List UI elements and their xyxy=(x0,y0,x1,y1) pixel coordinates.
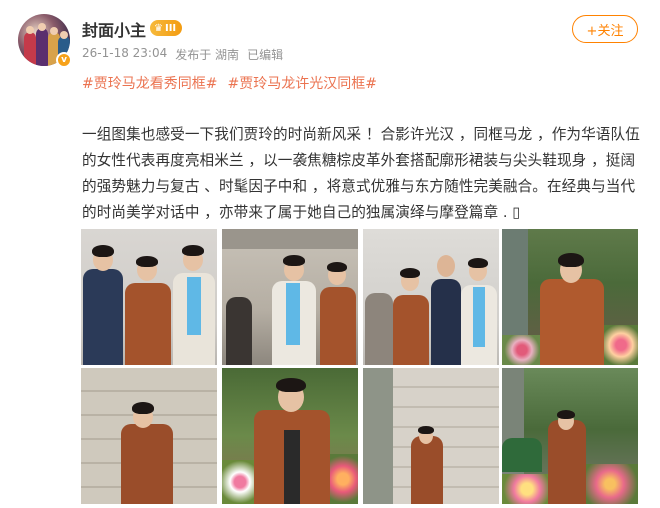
avatar-figure xyxy=(24,32,36,66)
vip-level-badge[interactable]: ♛ III xyxy=(150,20,183,36)
person-hair xyxy=(327,262,347,272)
photo-woman-stone-wall[interactable] xyxy=(81,368,217,504)
turtleneck xyxy=(473,287,485,347)
avatar-head xyxy=(60,31,68,39)
photo-two-people-indoor[interactable] xyxy=(222,229,358,365)
person-figure xyxy=(431,279,461,365)
flower-bunch xyxy=(502,335,542,365)
person-hair xyxy=(92,245,114,257)
person-hair xyxy=(557,410,575,419)
turtleneck xyxy=(187,277,201,335)
turtleneck xyxy=(286,283,300,345)
person-hair xyxy=(558,253,584,267)
avatar-head xyxy=(50,27,58,35)
post-timestamp[interactable]: 26-1-18 23:04 xyxy=(82,46,167,63)
group-photo-four-people[interactable] xyxy=(363,229,499,365)
background-person xyxy=(226,297,252,365)
post-meta: 26-1-18 23:04 发布于 湖南 已编辑 xyxy=(82,46,283,63)
green-car xyxy=(502,438,542,472)
avatar-figure xyxy=(36,28,48,66)
flower-bunch xyxy=(222,460,258,504)
follow-button[interactable]: +关注 xyxy=(572,15,638,43)
group-photo-three-people[interactable] xyxy=(81,229,217,365)
person-figure xyxy=(548,420,586,504)
flower-bunch xyxy=(604,325,638,365)
post-text: 一组图集也感受一下我们贾玲的时尚新风采 ！合影许光汉 ，同框马龙 ，作为华语队伍… xyxy=(82,126,640,221)
post-source: 发布于 湖南 xyxy=(175,48,240,62)
person-hair xyxy=(418,426,434,434)
person-figure xyxy=(320,287,356,365)
vip-level-label: III xyxy=(164,22,177,34)
person-hair xyxy=(283,255,305,266)
person-hair xyxy=(132,402,154,414)
photo-woman-street-flowers[interactable] xyxy=(502,368,638,504)
person-figure xyxy=(365,293,393,365)
person-figure xyxy=(83,269,123,365)
person-figure xyxy=(121,424,173,504)
topic-tags: #贾玲马龙看秀同框# #贾玲马龙许光汉同框# xyxy=(82,73,377,93)
person-figure xyxy=(411,436,443,504)
flower-bunch xyxy=(582,464,638,504)
edited-label[interactable]: 已编辑 xyxy=(247,46,283,63)
photo-woman-flowers[interactable] xyxy=(502,229,638,365)
topic-link[interactable]: #贾玲马龙看秀同框# xyxy=(82,73,217,93)
inner-top xyxy=(284,430,300,504)
flower-bunch xyxy=(502,474,552,504)
person-hair xyxy=(276,378,306,392)
topic-link[interactable]: #贾玲马龙许光汉同框# xyxy=(227,73,376,93)
photo-woman-smiling-flowers[interactable] xyxy=(222,368,358,504)
gate xyxy=(363,368,393,504)
person-hair xyxy=(182,245,204,256)
flower-bunch xyxy=(328,454,358,504)
weibo-post: v 封面小主 ♛ III 26-1-18 23:04 发布于 湖南 已编辑 +关… xyxy=(0,0,660,508)
person-figure xyxy=(540,279,604,365)
crown-icon: ♛ xyxy=(154,22,163,34)
username[interactable]: 封面小主 xyxy=(82,17,146,41)
person-hair xyxy=(400,268,420,278)
verified-badge-icon: v xyxy=(56,52,72,68)
person-figure xyxy=(125,283,171,365)
avatar-head xyxy=(26,26,34,34)
avatar-head xyxy=(38,23,46,31)
window-frame xyxy=(222,229,358,249)
person-figure xyxy=(393,295,429,365)
person-hair xyxy=(136,256,158,267)
person-head xyxy=(437,255,455,277)
person-hair xyxy=(468,258,488,268)
photo-woman-walking-building[interactable] xyxy=(363,368,499,504)
